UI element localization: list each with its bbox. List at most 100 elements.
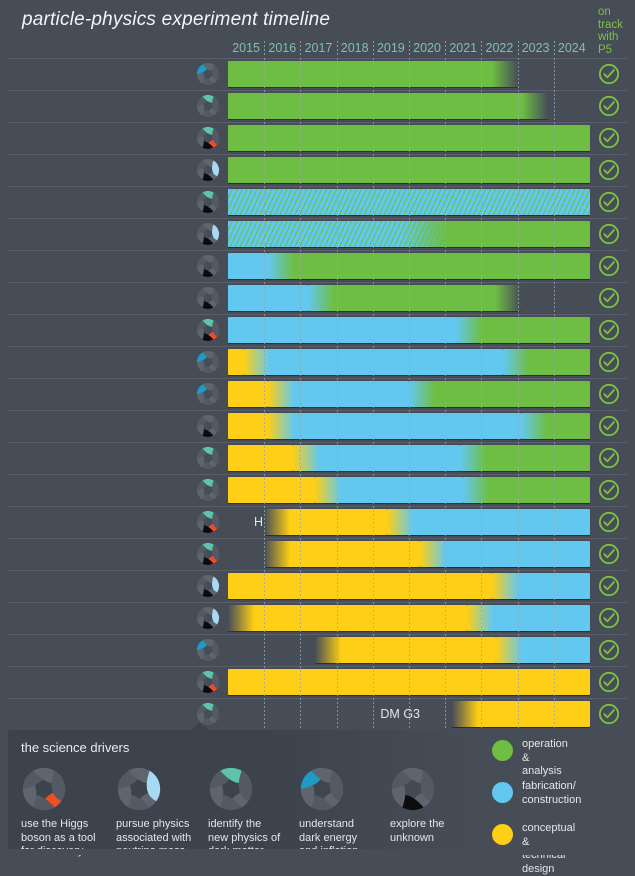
science-drivers-title: the science drivers [21,740,130,755]
grid-line [553,90,555,122]
table-row[interactable]: ATLAS & CMS upgrades [0,314,635,346]
table-row[interactable]: HL-LHC detector upgrades [0,538,635,570]
science-driver-unknown[interactable]: explore the unknown [390,766,482,845]
on-track-check-icon [598,671,620,693]
timeline-bar-fabrication [314,477,464,503]
table-row[interactable]: SBN programme [0,218,635,250]
table-row[interactable]: ILC [0,666,635,698]
legend-swatch-conceptual [492,824,513,845]
year-label-2018: 2018 [336,40,373,56]
legend-swatch-fabrication [492,782,513,803]
science-driver-pinwheel-icon [196,222,220,246]
science-driver-label-line: pursue physics [116,818,190,830]
table-row[interactable]: HL-LHC accelerator upgrades [0,506,635,538]
science-driver-higgs[interactable]: use the Higgsboson as a toolfor discover… [21,766,113,859]
year-label-2022: 2022 [481,40,517,56]
grid-line [553,282,555,314]
timeline-bar-operation [409,381,590,407]
table-row[interactable]: LZ [0,442,635,474]
on-track-line: P5 [598,43,613,56]
timeline-bar-fabrication [466,605,590,631]
timeline-bar-fabrication [419,541,590,567]
science-driver-pinwheel-icon [208,766,254,812]
bottom-filler [0,849,635,855]
on-track-check-icon [598,351,620,373]
science-driver-darkmatter[interactable]: identify thenew physics ofdark matter [208,766,300,859]
table-row[interactable]: DM G3 [0,698,635,730]
timeline-bar-conceptual [264,541,420,567]
timeline-bar-operation [463,477,590,503]
on-track-check-icon [598,415,620,437]
science-driver-label-line: dark energy [299,831,358,844]
on-track-check-icon [598,223,620,245]
science-driver-pinwheel-icon [196,510,220,534]
year-axis: 2015 2016 2017 2018 2019 2020 2021 2022 2023 2024 [228,40,590,56]
on-track-line: with [598,31,619,44]
timeline-hatch-overlay [228,221,449,247]
timeline-bar-fabrication [267,413,522,439]
year-label-2024: 2024 [553,40,590,56]
timeline-track [228,410,590,442]
timeline-bar-conceptual [452,701,590,727]
science-driver-pinwheel-icon [196,542,220,566]
grid-line [300,634,302,666]
science-driver-label-line: identify the [208,818,262,830]
timeline-track [228,474,590,506]
table-row[interactable]: Mu2e [0,410,635,442]
timeline-track [228,634,590,666]
timeline-bar-conceptual [228,573,493,599]
table-row[interactable]: LSST [0,346,635,378]
science-driver-label-line: new physics of [208,831,281,844]
science-driver-pinwheel-icon [299,766,345,812]
table-row[interactable]: PIP-II [0,602,635,634]
on-track-check-icon [598,383,620,405]
timeline-bar-operation [521,413,590,439]
on-track-check-icon [598,479,620,501]
on-track-check-icon [598,95,620,117]
timeline-bar-operation [456,317,590,343]
on-track-check-icon [598,255,620,277]
table-row[interactable]: current dark-energy experiments [0,58,635,90]
on-track-check-icon [598,159,620,181]
table-row[interactable]: LBNF/DUNE [0,570,635,602]
on-track-check-icon [598,639,620,661]
timeline-bar-operation [228,61,518,87]
table-row[interactable]: current neutrino experiments [0,154,635,186]
timeline-bar-fabrication [387,509,590,535]
timeline-bar-conceptual [314,637,496,663]
table-row[interactable]: small experiments [0,186,635,218]
timeline-track [228,122,590,154]
table-row[interactable]: Belle II [0,250,635,282]
science-driver-neutrino[interactable]: pursue physicsassociated withneutrino ma… [116,766,208,859]
on-track-check-icon [598,63,620,85]
timeline-bar-operation [228,93,549,119]
legend-label-line: & analysis [522,751,562,778]
timeline-track [228,506,590,538]
table-row[interactable]: DESI [0,378,635,410]
timeline-bar-conceptual [228,477,315,503]
legend-label-line: operation [522,738,568,750]
table-row[interactable]: current LHC experiments [0,122,635,154]
on-track-check-icon [598,319,620,341]
timeline-infographic: particle-physics experiment timeline on t… [0,0,635,875]
science-driver-pinwheel-icon [196,158,220,182]
science-driver-pinwheel-icon [196,94,220,118]
science-driver-darkenergy[interactable]: understanddark energyand inflation [299,766,391,859]
timeline-track [228,346,590,378]
year-label-2019: 2019 [372,40,409,56]
timeline-bar-fabrication [492,573,590,599]
science-driver-pinwheel-icon [196,190,220,214]
table-row[interactable]: CMB S4 [0,634,635,666]
science-drivers-panel: the science drivers use the Higgs boson a… [8,730,478,857]
on-track-line: on [598,6,611,18]
legend-label-line: construction [522,793,582,806]
on-track-check-icon [598,607,620,629]
science-driver-pinwheel-icon [196,638,220,662]
timeline-bar-operation [503,349,590,375]
on-track-check-icon [598,287,620,309]
table-row[interactable]: Muon g-2 [0,282,635,314]
table-row[interactable]: current dark-matter experiments [0,90,635,122]
timeline-bar-conceptual [228,669,590,695]
timeline-hatch-overlay [228,189,590,215]
table-row[interactable]: SuperCDMS-SNOLAB [0,474,635,506]
